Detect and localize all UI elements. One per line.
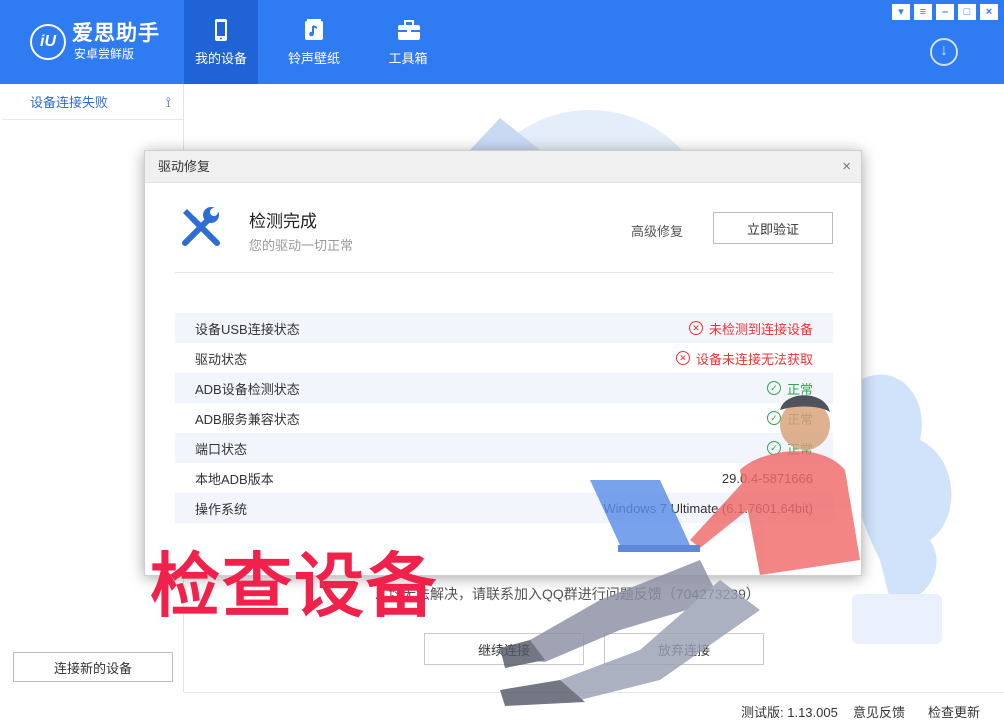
check-icon: ✓ [766,381,781,395]
table-row: 驱动状态 ✕ 设备未连接无法获取 [175,343,833,373]
feedback-link[interactable]: 意见反馈 [853,702,905,721]
close-icon[interactable]: × [842,151,851,183]
table-row: ADB服务兼容状态 ✓ 正常 [175,403,833,433]
check-icon: ✓ [766,441,781,455]
continue-connect-button[interactable]: 继续连接 [424,633,584,665]
menu-icon[interactable]: ≡ [914,4,932,20]
divider [175,272,833,273]
toolbox-icon [397,18,420,42]
nav-label: 工具箱 [388,51,428,66]
driver-repair-dialog: 驱动修复 × 检测完成 您的驱动一切正常 高级修复 立即验证 设备USB连接状态… [144,150,862,576]
row-value: 设备未连接无法获取 [695,351,813,367]
row-label: ADB服务兼容状态 [195,411,300,427]
row-value: 29.0.4-5871666 [721,470,813,486]
download-icon[interactable]: ↓ [930,38,958,66]
music-icon [303,18,325,42]
table-row: 设备USB连接状态 ✕ 未检测到连接设备 [175,313,833,343]
verify-now-button[interactable]: 立即验证 [713,212,833,244]
minimize-icon[interactable]: – [936,4,954,20]
row-label: 设备USB连接状态 [195,321,300,337]
version-label: 测试版: 1.13.005 [741,705,838,720]
usb-icon: ⟟ [165,94,171,110]
device-status-label: 设备连接失败 [30,95,109,110]
row-label: 操作系统 [195,501,248,517]
error-icon: ✕ [675,351,690,365]
table-row: 操作系统 Windows 7 Ultimate (6.1.7601,64bit) [175,493,833,523]
maximize-icon[interactable]: □ [958,4,976,20]
check-update-link[interactable]: 检查更新 [928,702,980,721]
connect-new-device-button[interactable]: 连接新的设备 [13,652,173,682]
app-logo: iU 爱思助手 安卓尝鲜版 [30,22,160,62]
row-value: 未检测到连接设备 [708,321,813,337]
nav-ringtones[interactable]: 铃声壁纸 [277,0,351,84]
abandon-connect-button[interactable]: 放弃连接 [604,633,764,665]
dialog-title: 驱动修复 [158,159,211,174]
nav-label: 我的设备 [194,51,247,66]
advanced-repair-link[interactable]: 高级修复 [631,221,683,240]
skin-icon[interactable]: ▾ [892,4,910,20]
nav-toolbox[interactable]: 工具箱 [371,0,445,84]
row-value: Windows 7 Ultimate (6.1.7601,64bit) [603,500,813,516]
device-status: 设备连接失败 ⟟ [3,84,183,120]
nav-my-device[interactable]: 我的设备 [184,0,258,84]
phone-icon [210,18,232,42]
logo-mark: iU [30,24,66,60]
tools-icon [182,207,220,246]
app-subtitle: 安卓尝鲜版 [74,47,135,61]
row-value: 正常 [786,381,813,397]
row-label: 端口状态 [195,441,248,457]
caption-overlay: 检查设备 [150,545,438,627]
status-table: 设备USB连接状态 ✕ 未检测到连接设备 驱动状态 ✕ 设备未连接无法获取 ADB设… [175,313,833,523]
table-row: 端口状态 ✓ 正常 [175,433,833,463]
close-icon[interactable]: × [980,4,998,20]
row-label: ADB设备检测状态 [195,381,300,397]
error-icon: ✕ [688,321,703,335]
row-value: 正常 [786,441,813,457]
row-label: 本地ADB版本 [195,471,274,487]
window-controls: ▾ ≡ – □ × [892,4,998,20]
dialog-titlebar: 驱动修复 × [145,151,861,183]
top-bar: iU 爱思助手 安卓尝鲜版 我的设备 铃声壁纸 工具箱 ▾ ≡ – □ × ↓ [0,0,1004,84]
check-icon: ✓ [766,411,781,425]
dialog-subheading: 您的驱动一切正常 [249,238,354,253]
nav-label: 铃声壁纸 [287,51,340,66]
row-value: 正常 [786,411,813,427]
table-row: ADB设备检测状态 ✓ 正常 [175,373,833,403]
status-bar: 测试版: 1.13.005 意见反馈 检查更新 [184,692,1004,726]
row-label: 驱动状态 [195,351,248,367]
dialog-heading: 检测完成 [249,212,317,231]
table-row: 本地ADB版本 29.0.4-5871666 [175,463,833,493]
app-title: 爱思助手 [72,22,160,45]
